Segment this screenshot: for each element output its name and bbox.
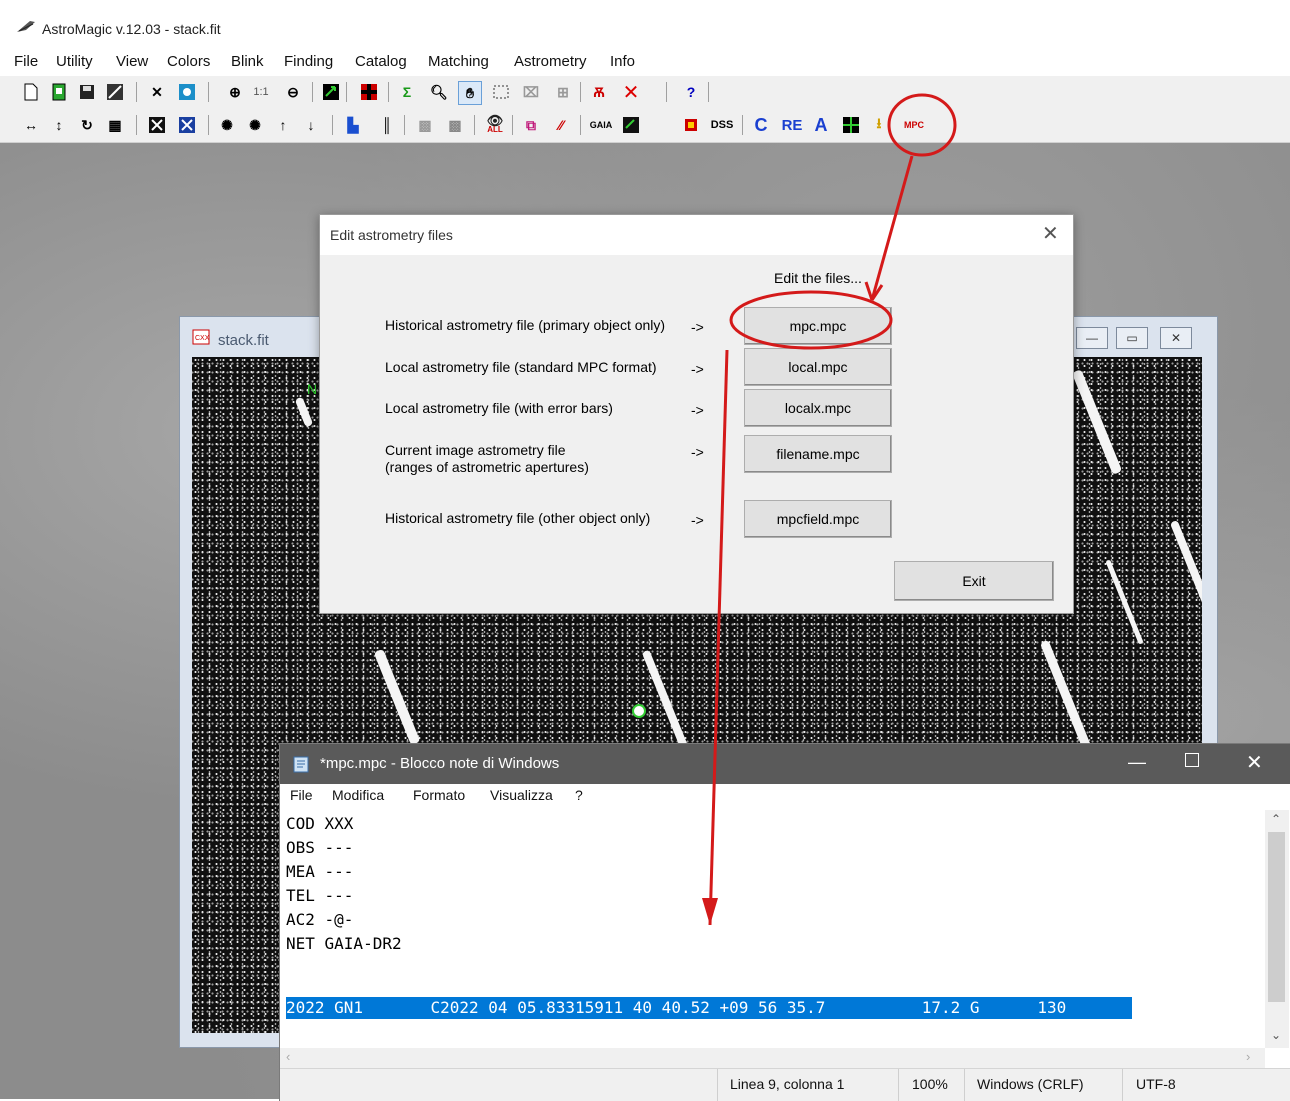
annotation-arrow-to-notepad — [708, 349, 729, 926]
annotation-circle-mpc-file — [729, 290, 893, 350]
annotation-circle-mpc-button — [887, 93, 957, 157]
annotation-arrowhead-notepad — [702, 898, 718, 925]
annotation-arrow-to-dialog — [870, 155, 914, 301]
annotation-overlay — [702, 93, 957, 926]
